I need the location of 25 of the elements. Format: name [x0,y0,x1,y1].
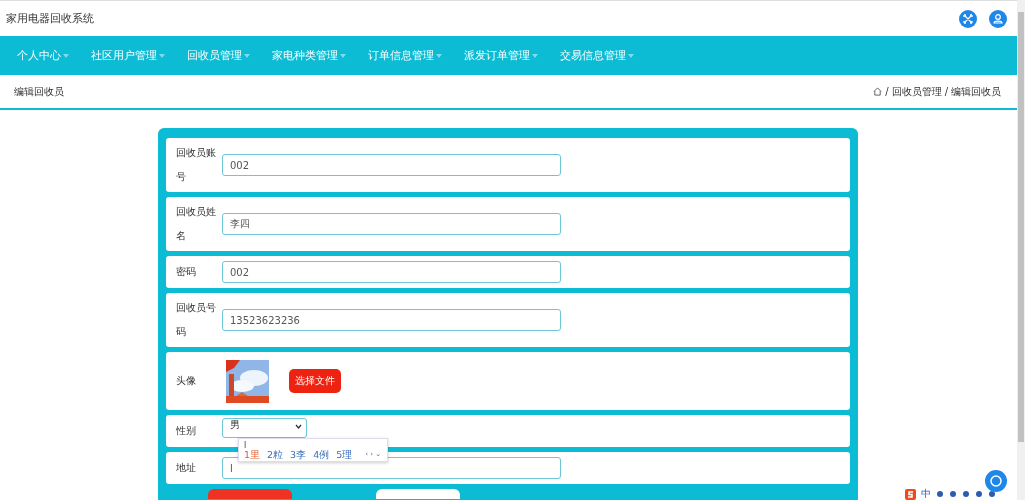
ime-candidate[interactable]: 5理 [336,450,353,460]
input-field[interactable]: 002 [222,154,561,176]
ime-input-text: l [244,441,248,450]
input-field[interactable]: 13523623236 [222,309,561,331]
input-field[interactable]: 李四 [222,213,561,235]
field-label: 回收员账号 [176,146,216,184]
field-label: 头像 [176,374,197,388]
field-label: 密码 [176,265,197,279]
ime-candidate[interactable]: 3李 [290,450,307,460]
breadcrumb-separator: / [944,86,948,97]
field-label: 回收员姓名 [176,205,216,243]
ime-candidate[interactable]: 4例 [313,450,330,460]
breadcrumb-separator: / [885,86,889,97]
ime-candidate[interactable]: 2粒 [267,450,284,460]
app-title: 家用电器回收系统 [6,11,94,26]
ime-mode-text[interactable]: 中 [921,487,931,500]
input-field[interactable]: 002 [222,261,561,283]
field-label: 性别 [176,424,197,438]
field-label: 回收员号码 [176,301,216,339]
breadcrumb-link[interactable]: 编辑回收员 [951,84,1001,99]
choose-file-button[interactable]: 选择文件 [289,369,341,393]
ime-candidate[interactable]: 1里 [244,450,261,460]
field-label: 地址 [176,461,197,475]
page-title: 编辑回收员 [14,84,64,99]
breadcrumb-link[interactable]: 回收员管理 [891,84,942,99]
